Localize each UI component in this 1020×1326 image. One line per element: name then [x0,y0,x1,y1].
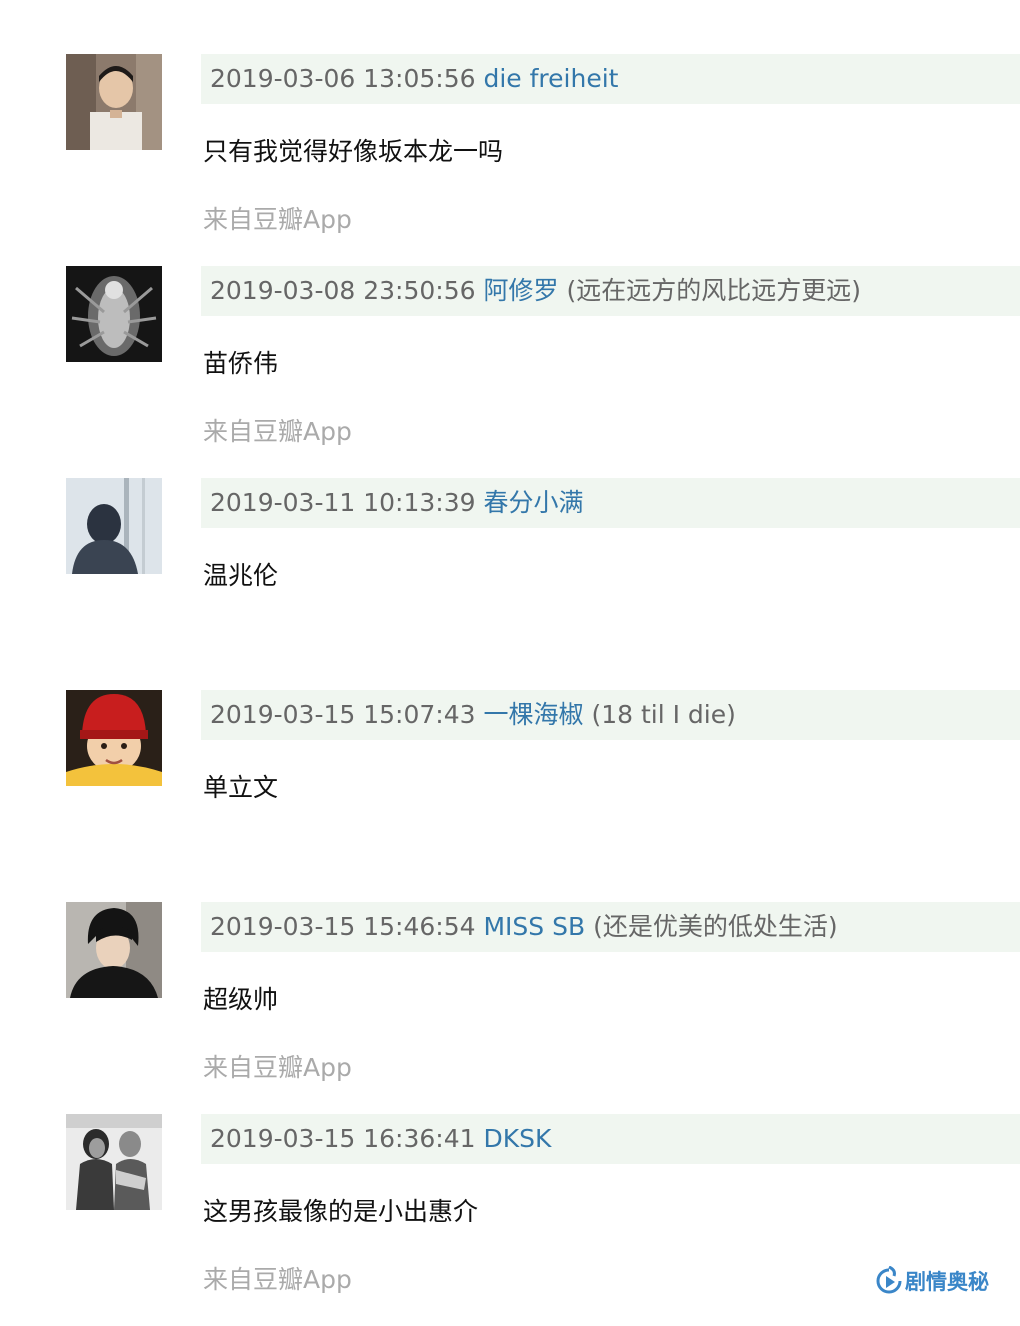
user-avatar[interactable] [66,54,162,150]
comment-text: 温兆伦 [203,561,279,590]
comment-source: 来自豆瓣App [203,417,352,446]
comment-source: 来自豆瓣App [203,1265,352,1294]
watermark-text: 剧情奥秘 [905,1270,989,1294]
comment-time: 2019-03-06 13:05:56 [210,64,476,93]
comment-author-link[interactable]: die freiheit [483,64,618,93]
comment-time: 2019-03-08 23:50:56 [210,276,476,305]
watermark: 剧情奥秘 [876,1264,989,1298]
comment-source: 来自豆瓣App [203,1053,352,1082]
comment-author-link[interactable]: MISS SB [483,912,585,941]
user-avatar[interactable] [66,690,162,786]
comment-item: 2019-03-08 23:50:56 阿修罗 (远在远方的风比远方更远) 苗侨… [0,266,1020,478]
comment-time: 2019-03-15 15:07:43 [210,700,476,729]
user-avatar[interactable] [66,478,162,574]
comment-time: 2019-03-15 16:36:41 [210,1124,476,1153]
comment-header: 2019-03-15 15:46:54 MISS SB (还是优美的低处生活) [201,902,1020,952]
comment-author-link[interactable]: 春分小满 [483,488,583,517]
comment-item: 2019-03-06 13:05:56 die freiheit 只有我觉得好像… [0,54,1020,266]
avatar-image [66,690,162,786]
avatar-image [66,1114,162,1210]
comment-author-link[interactable]: DKSK [483,1124,551,1153]
author-signature: (远在远方的风比远方更远) [566,276,861,305]
comment-text: 单立文 [203,773,279,802]
user-avatar[interactable] [66,1114,162,1210]
comment-header: 2019-03-11 10:13:39 春分小满 [201,478,1020,528]
comment-item: 2019-03-15 16:36:41 DKSK 这男孩最像的是小出惠介 来自豆… [0,1114,1020,1326]
comment-time: 2019-03-15 15:46:54 [210,912,476,941]
comment-text: 只有我觉得好像坂本龙一吗 [203,137,504,166]
comment-time: 2019-03-11 10:13:39 [210,488,476,517]
comment-source: 来自豆瓣App [203,205,352,234]
user-avatar[interactable] [66,266,162,362]
user-avatar[interactable] [66,902,162,998]
comment-author-link[interactable]: 一棵海椒 [483,700,583,729]
play-logo-icon [876,1266,902,1294]
comment-text: 超级帅 [203,985,279,1014]
avatar-image [66,266,162,362]
comment-text: 苗侨伟 [203,349,279,378]
comment-header: 2019-03-06 13:05:56 die freiheit [201,54,1020,104]
avatar-image [66,54,162,150]
comment-item: 2019-03-15 15:46:54 MISS SB (还是优美的低处生活) … [0,902,1020,1114]
comment-header: 2019-03-15 15:07:43 一棵海椒 (18 til I die) [201,690,1020,740]
author-signature: (还是优美的低处生活) [593,912,838,941]
comment-author-link[interactable]: 阿修罗 [483,276,558,305]
author-signature: (18 til I die) [591,700,736,729]
avatar-image [66,478,162,574]
comment-text: 这男孩最像的是小出惠介 [203,1197,479,1226]
avatar-image [66,902,162,998]
comment-item: 2019-03-15 15:07:43 一棵海椒 (18 til I die) … [0,690,1020,902]
comment-item: 2019-03-11 10:13:39 春分小满 温兆伦 [0,478,1020,690]
comment-header: 2019-03-08 23:50:56 阿修罗 (远在远方的风比远方更远) [201,266,1020,316]
comment-header: 2019-03-15 16:36:41 DKSK [201,1114,1020,1164]
